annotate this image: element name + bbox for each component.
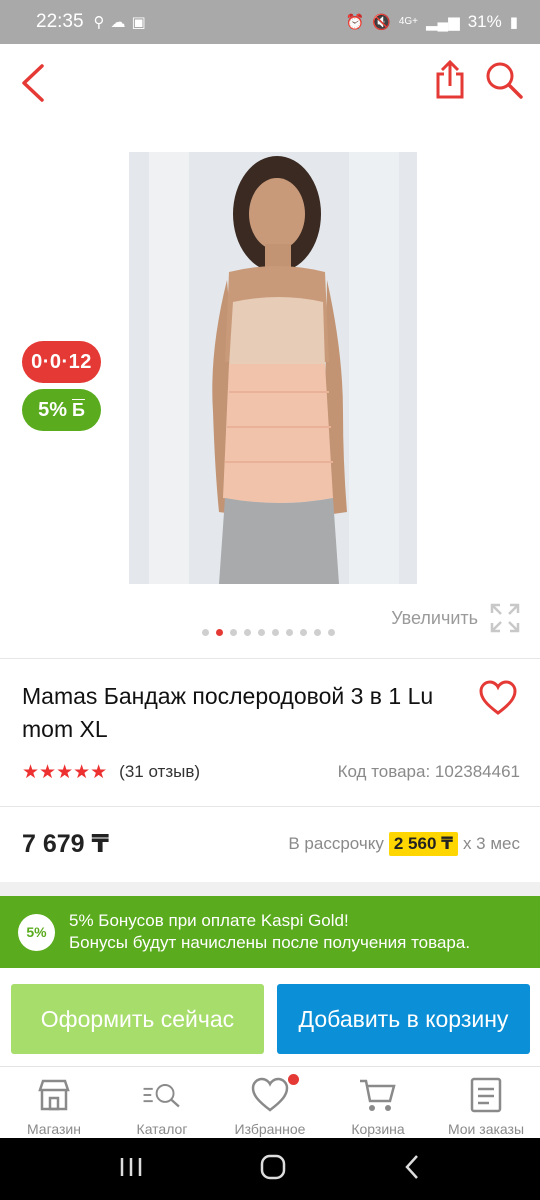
gallery-dot[interactable]	[328, 629, 335, 636]
home-button[interactable]	[260, 1154, 286, 1185]
battery-percent: 31%	[467, 12, 502, 31]
android-nav-bar	[0, 1138, 540, 1200]
share-button[interactable]	[432, 59, 468, 100]
status-bar: 22:35 ⚲ ☁ ▣ ⏰ 🔇 4G+ ▂▄▆ 31% ▮	[0, 0, 540, 44]
section-separator	[0, 882, 540, 896]
gallery-dot[interactable]	[314, 629, 321, 636]
shop-icon	[34, 1075, 74, 1115]
back-button[interactable]	[16, 62, 52, 104]
notification-app-icon: ▣	[131, 13, 146, 31]
installment-prefix: В рассрочку	[288, 834, 384, 853]
add-to-cart-button[interactable]: Добавить в корзину	[277, 984, 530, 1054]
battery-icon: ▮	[509, 13, 518, 31]
system-back-button[interactable]	[403, 1154, 421, 1185]
chevron-left-icon	[22, 64, 44, 102]
gallery-pagination[interactable]	[202, 629, 335, 636]
search-icon	[486, 62, 523, 99]
divider	[0, 806, 540, 807]
bonus-line-2: Бонусы будут начислены после получения т…	[69, 933, 471, 952]
gallery-dot[interactable]	[286, 629, 293, 636]
expand-icon	[490, 603, 520, 633]
status-time: 22:35	[36, 11, 84, 32]
bonus-line-1: 5% Бонусов при оплате Kaspi Gold!	[69, 911, 349, 930]
recent-apps-button[interactable]	[119, 1156, 143, 1183]
installment-suffix: x 3 мес	[462, 834, 520, 853]
divider	[0, 658, 540, 659]
heart-icon	[250, 1075, 290, 1115]
heart-outline-icon	[479, 680, 517, 715]
nav-label-shop: Магазин	[26, 1121, 81, 1137]
notification-dot	[288, 1074, 299, 1085]
bonus-badge-label: 5%	[38, 398, 67, 421]
installment-amount: 2 560 ₸	[388, 832, 458, 856]
price: 7 679 ₸	[22, 830, 109, 858]
price-row: 7 679 ₸ В рассрочку 2 560 ₸ x 3 мес	[22, 828, 520, 860]
product-photo-illustration	[129, 152, 417, 584]
nav-label-catalog: Каталог	[136, 1121, 188, 1137]
nav-item-shop[interactable]: Магазин	[0, 1067, 108, 1138]
reviews-link[interactable]: (31 отзыв)	[119, 762, 200, 782]
gallery-dot[interactable]	[216, 629, 223, 636]
gallery-dot[interactable]	[244, 629, 251, 636]
zoom-link[interactable]: Увеличить	[391, 603, 520, 633]
bottom-nav: Магазин Каталог Избранное Корзина Мои за…	[0, 1066, 540, 1138]
gallery-dot[interactable]	[202, 629, 209, 636]
nav-item-catalog[interactable]: Каталог	[108, 1067, 216, 1138]
nav-item-favorites[interactable]: Избранное	[216, 1067, 324, 1138]
nav-item-orders[interactable]: Мои заказы	[432, 1067, 540, 1138]
zoom-label: Увеличить	[391, 607, 478, 628]
network-type: 4G+	[398, 16, 418, 27]
product-code: Код товара: 102384461	[337, 762, 520, 781]
cart-icon	[358, 1075, 398, 1115]
rating-row: ★★★★★ (31 отзыв) Код товара: 102384461	[22, 760, 520, 784]
system-back-icon	[405, 1154, 419, 1179]
checkout-now-button[interactable]: Оформить сейчас	[11, 984, 264, 1054]
catalog-search-icon	[142, 1075, 182, 1115]
nav-item-cart[interactable]: Корзина	[324, 1067, 432, 1138]
nav-label-orders: Мои заказы	[447, 1121, 525, 1137]
cloud-icon: ☁	[110, 13, 126, 31]
nav-label-favorites: Избранное	[234, 1121, 306, 1137]
product-title: Mamas Бандаж послеродовой 3 в 1 Lu mom X…	[22, 683, 434, 742]
mute-icon: 🔇	[372, 13, 391, 31]
rating-stars: ★★★★★	[22, 761, 108, 783]
recent-apps-icon	[120, 1157, 141, 1176]
alarm-icon: ⏰	[345, 13, 365, 31]
share-icon	[436, 59, 464, 99]
product-image[interactable]	[129, 152, 417, 584]
gallery-dot[interactable]	[230, 629, 237, 636]
bonus-badge: 5% Б	[22, 389, 101, 431]
search-button[interactable]	[484, 60, 524, 100]
bonus-b-icon: Б	[71, 399, 85, 420]
signal-icon: ▂▄▆	[426, 13, 460, 31]
search-status-icon: ⚲	[93, 13, 105, 31]
gallery-dot[interactable]	[258, 629, 265, 636]
bonus-banner[interactable]: 5% 5% Бонусов при оплате Kaspi Gold! Бон…	[0, 896, 540, 968]
installment-badge: 0·0·12	[22, 341, 101, 383]
favorite-button[interactable]	[478, 680, 518, 716]
home-icon	[260, 1154, 286, 1179]
gallery-dot[interactable]	[272, 629, 279, 636]
top-bar	[0, 44, 540, 122]
installment-info: В рассрочку 2 560 ₸ x 3 мес	[288, 832, 520, 856]
gallery-dot[interactable]	[300, 629, 307, 636]
orders-icon	[466, 1075, 506, 1115]
nav-label-cart: Корзина	[351, 1121, 405, 1137]
bonus-percent-icon: 5%	[18, 913, 55, 951]
